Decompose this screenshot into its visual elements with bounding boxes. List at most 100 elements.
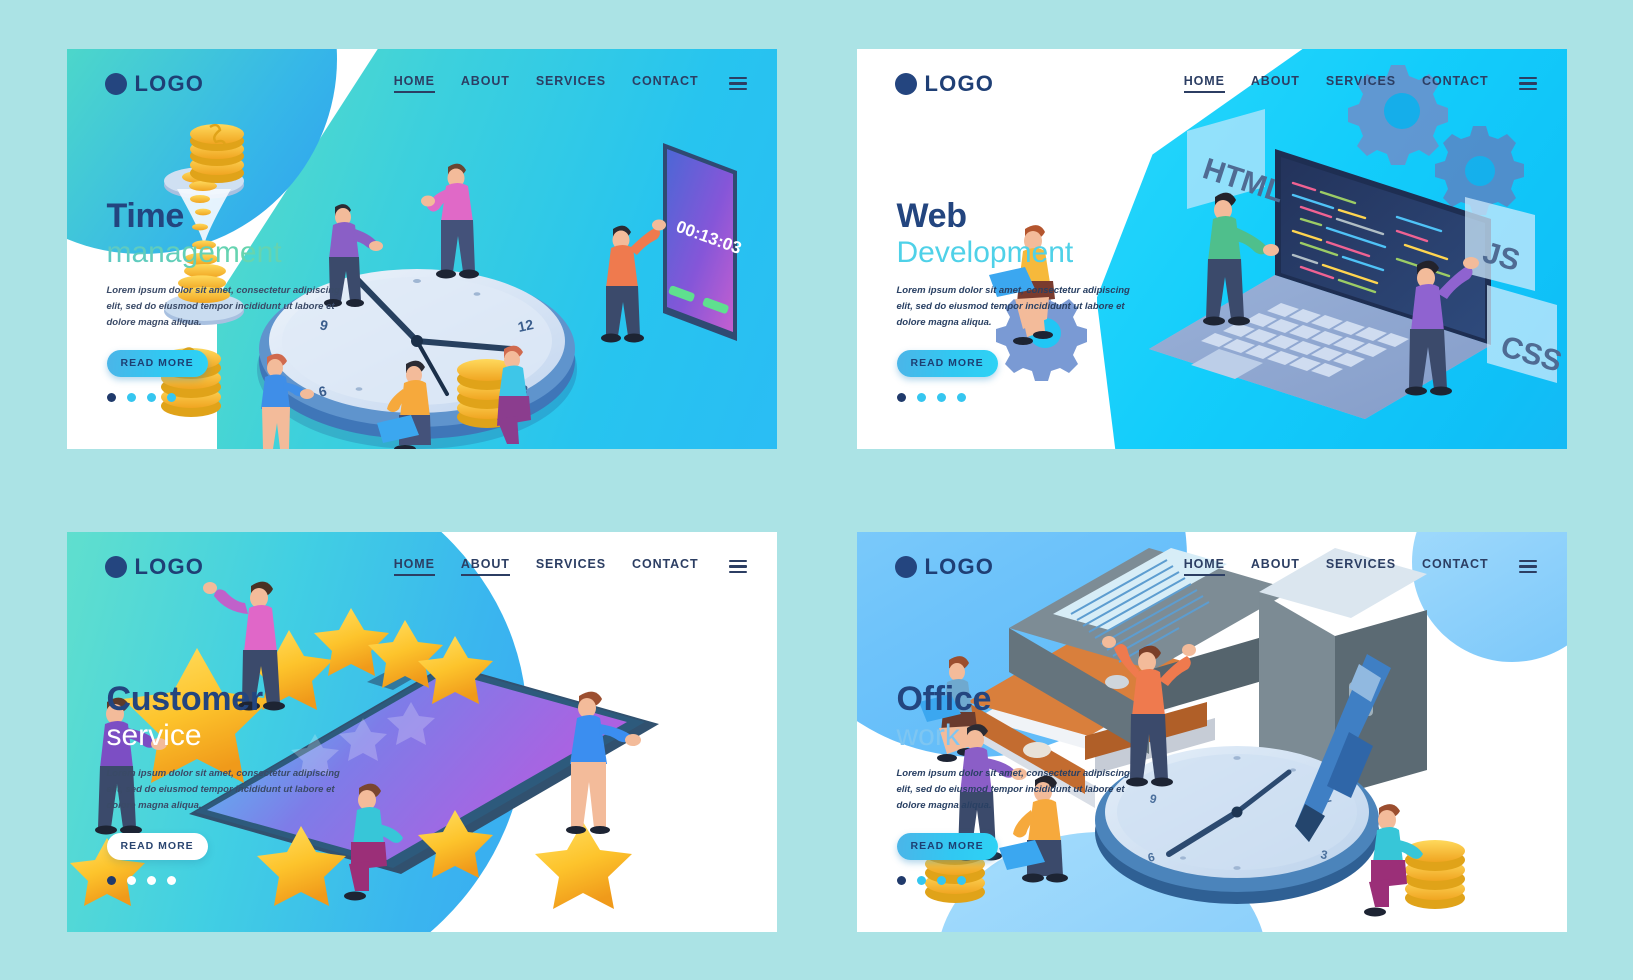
logo[interactable]: LOGO — [894, 553, 995, 580]
landing-page-set: 12 3 6 9 00:13:03 LOGO HOME ABOUT SERVIC… — [0, 0, 1633, 980]
panel3-title-line2: service — [106, 719, 202, 753]
pagination-dot-2[interactable] — [126, 876, 136, 886]
pagination-dot-3[interactable] — [146, 876, 156, 886]
read-more-button[interactable]: READ MORE — [896, 350, 998, 378]
person-woman-coins-right — [496, 345, 531, 444]
panel1-copy: Time management Lorem ipsum dolor sit am… — [106, 196, 407, 403]
tag-card-js: JS — [1464, 196, 1535, 291]
smartphone-timer-graphic: 00:13:03 — [662, 142, 744, 341]
gear-icon-right — [1434, 125, 1524, 215]
person-woman-blue-dress-right — [565, 691, 641, 834]
panel3-body-text: Lorem ipsum dolor sit amet, consectetur … — [106, 768, 340, 811]
svg-text:12: 12 — [1316, 790, 1332, 807]
svg-text:12: 12 — [516, 316, 535, 335]
pagination-dot-3[interactable] — [936, 876, 946, 886]
nav-item-services[interactable]: SERVICES — [536, 74, 606, 93]
logo[interactable]: LOGO — [104, 553, 205, 580]
pagination-dot-1[interactable] — [106, 393, 116, 403]
pagination-dot-3[interactable] — [936, 393, 946, 403]
logo-dot-icon — [104, 72, 127, 95]
panel2-pagination — [896, 393, 1197, 403]
hamburger-icon[interactable] — [728, 76, 747, 91]
panel1-nav: HOME ABOUT SERVICES CONTACT — [393, 74, 747, 93]
person-pink-center — [420, 163, 479, 278]
panel3-pagination — [106, 876, 407, 886]
nav-item-home[interactable]: HOME — [393, 74, 435, 93]
fountain-pen-graphic — [1294, 653, 1391, 842]
hamburger-icon[interactable] — [728, 559, 747, 574]
logo[interactable]: LOGO — [104, 70, 205, 97]
pagination-dot-4[interactable] — [166, 393, 176, 403]
panel2-copy: Web Development Lorem ipsum dolor sit am… — [896, 196, 1197, 403]
hamburger-icon[interactable] — [1518, 76, 1537, 91]
panel2-title-line1: Web — [896, 196, 968, 235]
pagination-dot-3[interactable] — [146, 393, 156, 403]
hamburger-icon[interactable] — [1518, 559, 1537, 574]
svg-text:HTML: HTML — [1198, 152, 1287, 209]
read-more-button[interactable]: READ MORE — [106, 350, 208, 378]
nav-item-contact[interactable]: CONTACT — [1422, 74, 1488, 93]
read-more-button[interactable]: READ MORE — [106, 833, 208, 861]
logo[interactable]: LOGO — [894, 70, 995, 97]
panel1-body-text: Lorem ipsum dolor sit amet, consectetur … — [106, 285, 340, 328]
panel4-copy: Office work Lorem ipsum dolor sit amet, … — [896, 679, 1197, 886]
panel4-pagination — [896, 876, 1197, 886]
panel4-body-text: Lorem ipsum dolor sit amet, consectetur … — [896, 768, 1130, 811]
panel1-title-line1: Time — [106, 196, 185, 235]
nav-item-home[interactable]: HOME — [393, 557, 435, 576]
pagination-dot-4[interactable] — [956, 876, 966, 886]
svg-text:3: 3 — [1319, 847, 1329, 862]
read-more-button[interactable]: READ MORE — [896, 833, 998, 861]
pagination-dot-1[interactable] — [896, 876, 906, 886]
nav-item-contact[interactable]: CONTACT — [632, 557, 698, 576]
pagination-dot-2[interactable] — [126, 393, 136, 403]
panel3-title-line1: Customer — [106, 679, 264, 718]
panel-web-development: HTML JS CSS LOGO HOME ABOUT SERVICES CON… — [856, 48, 1567, 449]
nav-item-about[interactable]: ABOUT — [461, 74, 510, 93]
nav-item-about[interactable]: ABOUT — [460, 557, 510, 576]
laptop-graphic — [1148, 148, 1491, 419]
panel2-body-text: Lorem ipsum dolor sit amet, consectetur … — [896, 285, 1130, 328]
pagination-dot-4[interactable] — [956, 393, 966, 403]
person-green-shirt-center — [1202, 192, 1279, 325]
svg-text:JS: JS — [1479, 236, 1523, 278]
nav-item-home[interactable]: HOME — [1183, 557, 1225, 576]
pagination-dot-1[interactable] — [106, 876, 116, 886]
coin-stack-bottom-right — [456, 358, 517, 428]
nav-item-about[interactable]: ABOUT — [1251, 557, 1300, 576]
tag-card-html: HTML — [1186, 108, 1288, 209]
logo-text: LOGO — [134, 70, 205, 96]
nav-item-services[interactable]: SERVICES — [536, 557, 606, 576]
logo-text: LOGO — [924, 553, 995, 579]
panel4-nav: HOME ABOUT SERVICES CONTACT — [1183, 557, 1537, 576]
nav-item-services[interactable]: SERVICES — [1326, 74, 1396, 93]
svg-text:00:13:03: 00:13:03 — [673, 216, 743, 257]
person-teal-sitting-coins — [1363, 803, 1423, 916]
logo-text: LOGO — [924, 70, 995, 96]
logo-text: LOGO — [134, 553, 205, 579]
pagination-dot-4[interactable] — [166, 876, 176, 886]
nav-item-contact[interactable]: CONTACT — [1422, 557, 1488, 576]
pagination-dot-2[interactable] — [916, 876, 926, 886]
tag-card-css: CSS — [1486, 284, 1565, 383]
logo-dot-icon — [894, 72, 917, 95]
coin-stack-top — [189, 123, 244, 183]
nav-item-about[interactable]: ABOUT — [1251, 74, 1300, 93]
panel2-title-line2: Development — [896, 236, 1074, 270]
logo-dot-icon — [894, 555, 917, 578]
nav-item-home[interactable]: HOME — [1183, 74, 1225, 93]
pagination-dot-2[interactable] — [916, 393, 926, 403]
nav-item-services[interactable]: SERVICES — [1326, 557, 1396, 576]
panel-customer-service: LOGO HOME ABOUT SERVICES CONTACT Custome… — [66, 531, 777, 932]
person-orange-right — [600, 219, 666, 342]
nav-item-contact[interactable]: CONTACT — [632, 74, 698, 93]
panel-time-management: 12 3 6 9 00:13:03 LOGO HOME ABOUT SERVIC… — [66, 48, 777, 449]
panel1-header: LOGO HOME ABOUT SERVICES CONTACT — [67, 49, 777, 119]
panel4-title-line2: work — [896, 719, 960, 753]
panel3-header: LOGO HOME ABOUT SERVICES CONTACT — [67, 532, 777, 602]
panel4-title-line1: Office — [896, 679, 992, 718]
panel4-header: LOGO HOME ABOUT SERVICES CONTACT — [857, 532, 1567, 602]
panel2-nav: HOME ABOUT SERVICES CONTACT — [1183, 74, 1537, 93]
pagination-dot-1[interactable] — [896, 393, 906, 403]
panel1-title-line2: management — [107, 236, 407, 269]
